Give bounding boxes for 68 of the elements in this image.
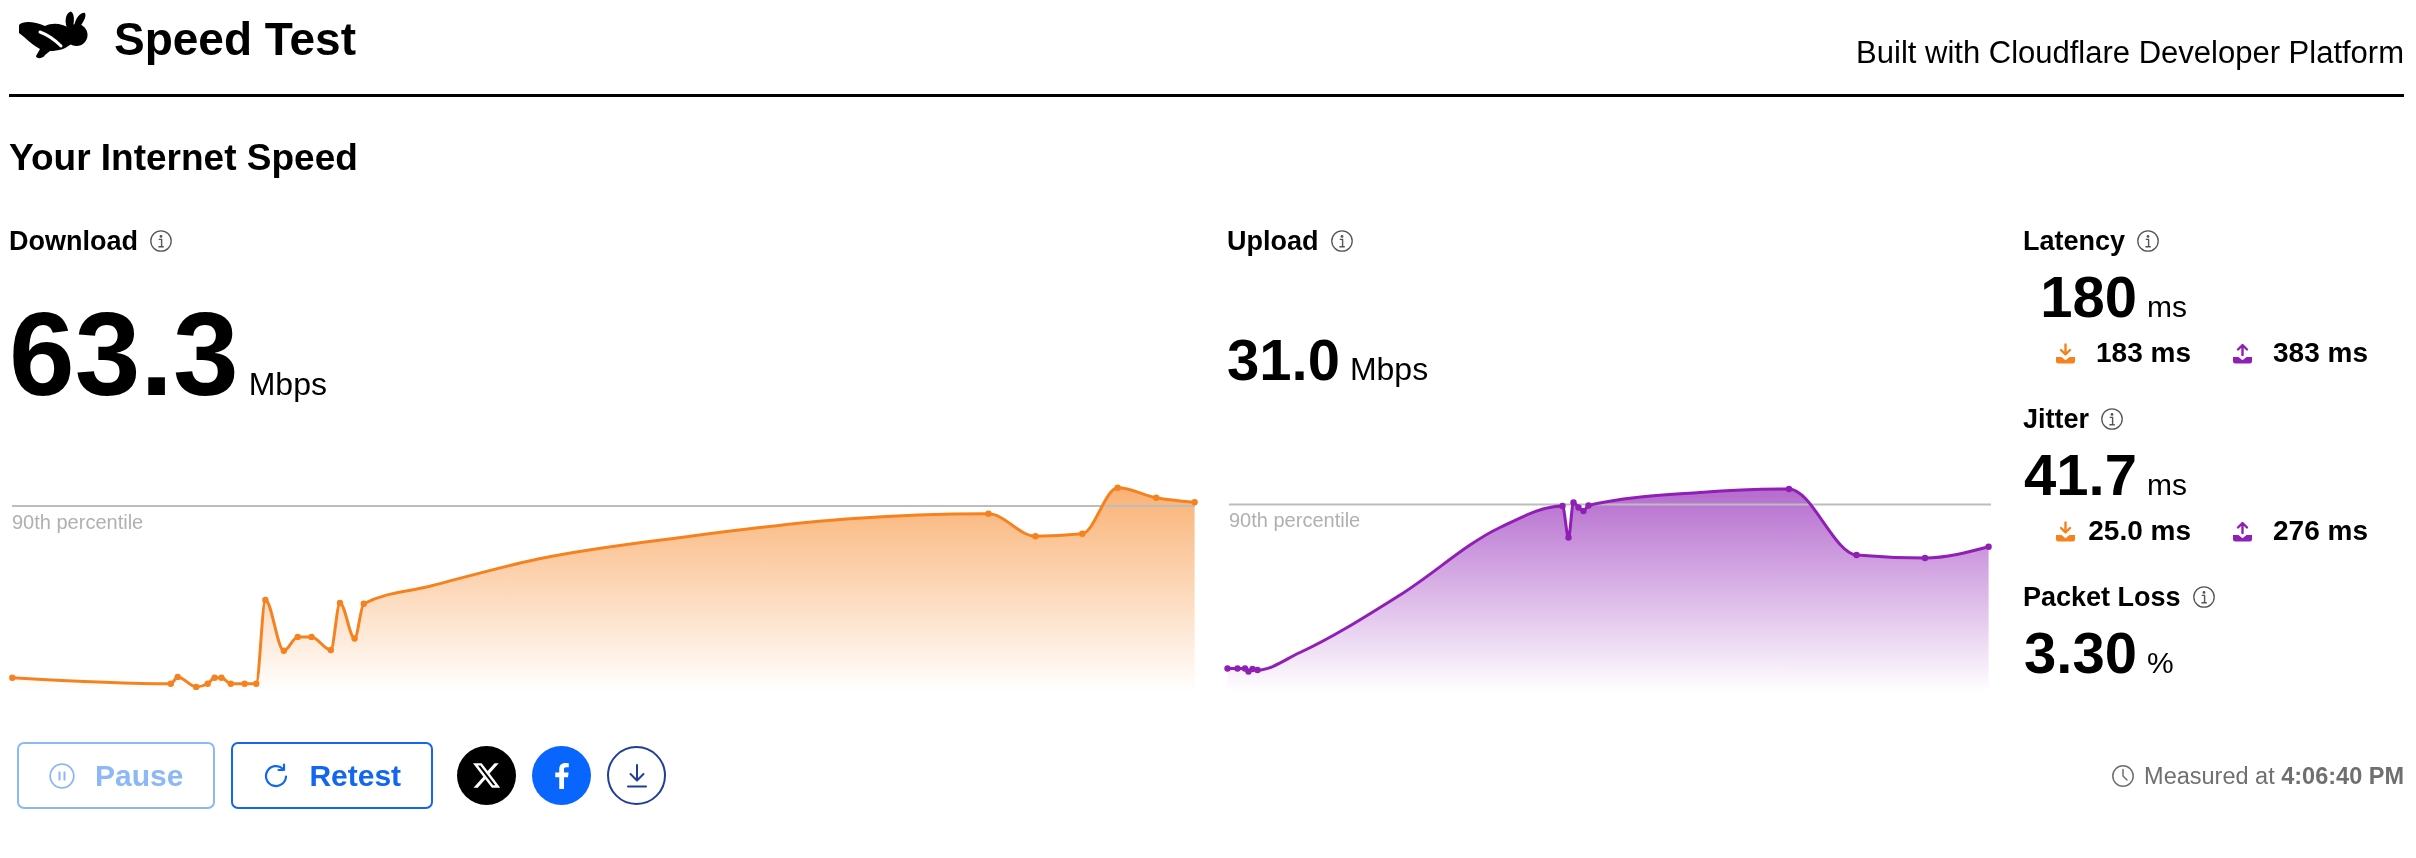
percentile-label: 90th percentile	[12, 509, 144, 534]
info-icon[interactable]	[2137, 230, 2160, 252]
speed-unit: Mbps	[248, 368, 327, 400]
data-point	[1191, 499, 1198, 506]
download-icon	[2055, 342, 2076, 364]
data-point	[253, 680, 260, 687]
rabbit-icon	[18, 11, 89, 59]
metric-value: 3.30	[2023, 624, 2137, 682]
upload-value: 383 ms	[2273, 336, 2368, 370]
upload-icon	[2232, 342, 2253, 364]
data-point	[336, 599, 344, 607]
speed-label: Download	[9, 225, 138, 257]
data-point	[351, 635, 358, 642]
info-icon[interactable]	[2192, 586, 2215, 608]
metric-value: 41.7	[2023, 446, 2137, 504]
refresh-icon	[263, 762, 290, 789]
speed-value: 63.3	[9, 295, 239, 413]
info-icon[interactable]	[1330, 230, 1353, 252]
data-point	[360, 600, 367, 607]
data-point	[227, 680, 234, 687]
metric-label: Jitter	[2023, 403, 2090, 435]
data-point	[1079, 530, 1086, 537]
metric-unit: ms	[2147, 292, 2187, 322]
retest-button[interactable]: Retest	[231, 742, 434, 809]
data-point	[241, 680, 248, 687]
data-point	[985, 510, 992, 517]
info-icon[interactable]	[150, 230, 172, 252]
data-point	[1153, 494, 1160, 501]
data-point	[9, 674, 16, 681]
x-logo-icon	[473, 763, 501, 788]
percentile-label: 90th percentile	[1229, 508, 1361, 532]
download-value: 25.0 ms	[2088, 514, 2191, 548]
data-point	[1032, 533, 1039, 540]
metric-unit: ms	[2147, 470, 2187, 500]
download-icon	[2055, 520, 2076, 542]
credit-text: Built with Cloudflare Developer Platform	[1856, 35, 2404, 71]
upload-value: 276 ms	[2273, 514, 2368, 548]
upload-icon	[2232, 520, 2253, 542]
data-point	[1985, 543, 1992, 550]
clock-icon	[2112, 764, 2135, 787]
data-point	[1114, 484, 1121, 491]
data-point	[1921, 554, 1929, 562]
data-point	[280, 647, 287, 654]
facebook-logo-icon	[554, 762, 569, 789]
metric-value: 180	[2039, 268, 2137, 326]
data-point	[308, 633, 315, 641]
metric-label: Latency	[2023, 225, 2126, 257]
data-point	[1565, 534, 1572, 541]
speed-label: Upload	[1227, 225, 1319, 257]
section-heading: Your Internet Speed	[9, 136, 359, 180]
data-point	[327, 646, 334, 654]
data-point	[1785, 485, 1793, 493]
data-point	[1559, 502, 1566, 510]
metric-label: Packet Loss	[2023, 581, 2181, 613]
info-icon[interactable]	[2101, 408, 2124, 430]
speed-value: 31.0	[1227, 331, 1340, 389]
data-point	[193, 683, 200, 691]
data-point	[294, 633, 301, 641]
download-value: 183 ms	[2096, 336, 2191, 370]
data-point	[262, 596, 269, 604]
pause-icon	[49, 762, 75, 789]
data-point	[1224, 665, 1231, 672]
measured-time: Measured at 4:06:40 PM	[2144, 761, 2404, 790]
data-point	[1853, 551, 1860, 559]
download-icon	[625, 763, 648, 788]
app-title: Speed Test	[114, 12, 356, 67]
speed-unit: Mbps	[1349, 353, 1429, 385]
metric-unit: %	[2147, 648, 2174, 678]
